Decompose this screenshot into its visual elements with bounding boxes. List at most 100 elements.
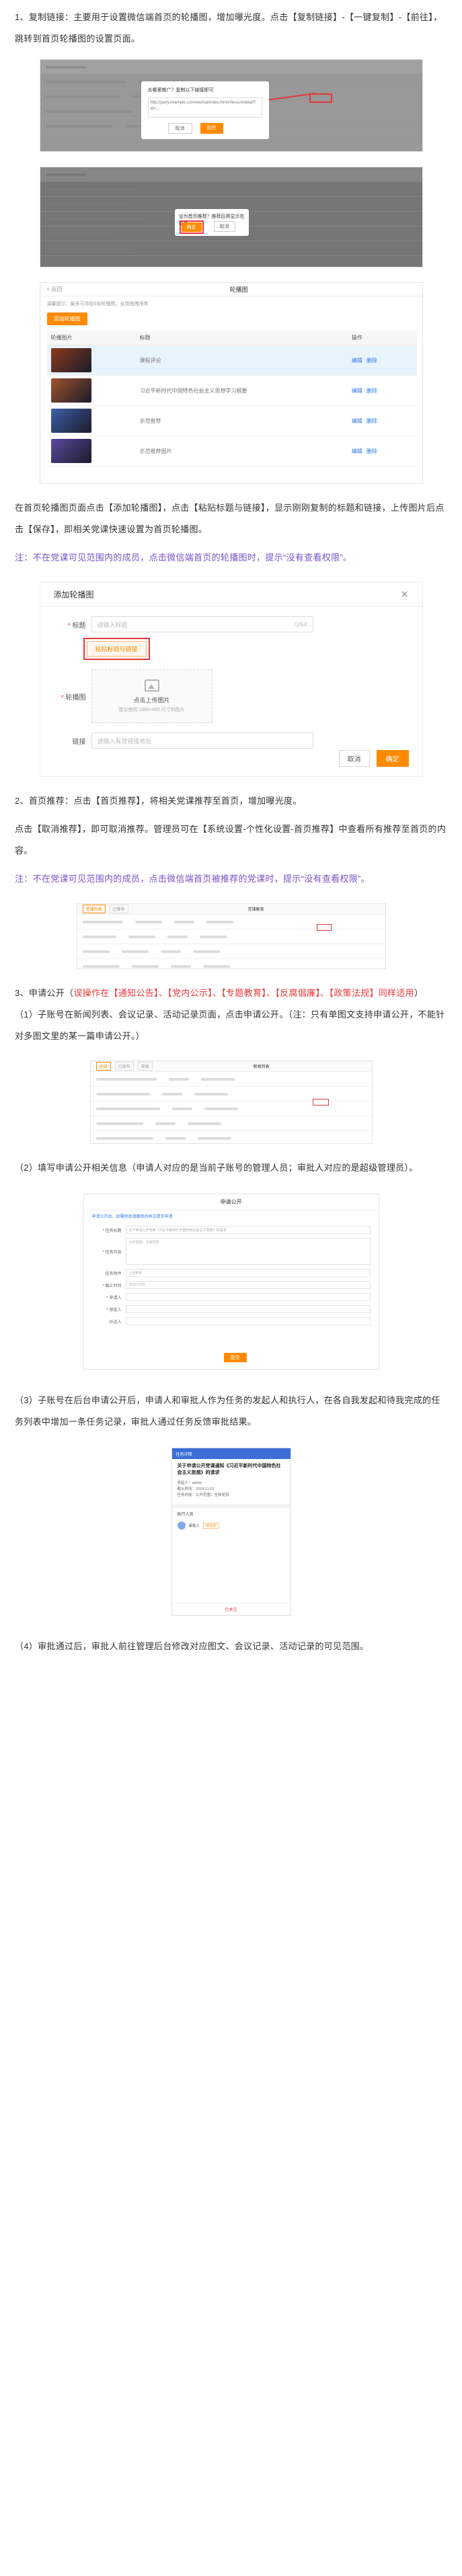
form-label: * 审批人: [106, 1308, 122, 1313]
cancel-button[interactable]: 取消: [338, 750, 370, 767]
section3-p4: （4）审批通过后，审批人前往管理后台修改对应图文、会议记录、活动记录的可见范围。: [15, 1641, 369, 1651]
confirm-ok-button[interactable]: 确定: [179, 220, 204, 234]
executor-section: 执行人员: [171, 1504, 291, 1520]
section1-note: 注：不在党课可见范围内的成员，点击微信端首页的轮播图时，提示“没有查看权限”。: [15, 552, 352, 563]
form-row: * 申请人: [84, 1293, 379, 1301]
carousel-title: 示范推荐: [135, 405, 348, 436]
paste-title-link-button[interactable]: 粘贴标题与链接: [86, 641, 147, 657]
section2-intro: 2、首页推荐：点击【首页推荐】，将相关党课推荐至首页，增加曝光度。: [15, 796, 302, 806]
carousel-thumbnail: [50, 348, 91, 372]
submit-button[interactable]: 提交: [223, 1353, 247, 1362]
section3-highlight: 误操作在【通知公告】、【党内公示】、【专题教育】、【反腐倡廉】、【政策法规】同样…: [73, 988, 414, 998]
section3-intro: 3、申请公开（误操作在【通知公告】、【党内公示】、【专题教育】、【反腐倡廉】、【…: [15, 988, 424, 998]
edit-link[interactable]: 编辑: [352, 358, 362, 364]
carousel-title: 课程评论: [135, 345, 348, 376]
copy-go-button[interactable]: 前往: [200, 123, 223, 134]
task-header: 任务详情: [176, 1452, 192, 1457]
link-input[interactable]: 请输入有效链接地址: [91, 733, 313, 749]
col-image: 轮播图片: [46, 331, 136, 345]
article-page: 1、复制链接：主要用于设置微信端首页的轮播图，增加曝光度。点击【复制链接】-【一…: [0, 0, 462, 2576]
image-icon: [144, 679, 159, 692]
executor-row[interactable]: 审批人 待完成: [172, 1520, 291, 1532]
confirm-screenshot: 设为首页推荐？推荐后将显示在首页 确定 取消: [39, 167, 423, 267]
form-row: 任务附件 上传附件: [84, 1269, 379, 1277]
col-ops: 操作: [347, 331, 417, 345]
form-input[interactable]: [125, 1293, 371, 1301]
form-input[interactable]: [125, 1305, 371, 1313]
carousel-thumbnail: [50, 378, 91, 403]
add-carousel-dialog-screenshot: 添加轮播图 ✕ * 标题 请输入标题 0/64 粘贴标题与链接 * 轮播图 点击…: [39, 582, 423, 777]
recommend-highlight: [316, 924, 332, 931]
carousel-admin-screenshot: < 返回 轮播图 温馨提示：最多可添加5张轮播图，支持拖拽排序 添加轮播图 轮播…: [39, 282, 423, 484]
image-label: 轮播图: [65, 694, 86, 702]
copy-link-screenshot: · 去哪里推广？复制以下链接即可 http://party.example.co…: [39, 59, 423, 152]
form-label: 抄送人: [109, 1320, 122, 1325]
form-row: 抄送人: [84, 1317, 379, 1325]
carousel-thumbnail: [50, 409, 91, 433]
delete-link[interactable]: 删除: [367, 358, 377, 364]
form-input[interactable]: 2019-11-01: [125, 1281, 371, 1289]
follow-bar[interactable]: 已关注: [171, 1603, 291, 1615]
form-label: * 任务内容: [102, 1250, 122, 1255]
task-meta-2: 截止时间：2019-11-01: [177, 1487, 215, 1491]
task-meta-3: 任务内容：公开范围：全体党员: [177, 1493, 229, 1497]
edit-link[interactable]: 编辑: [352, 448, 362, 454]
apply-public-highlight: [312, 1099, 329, 1106]
table-row: 示范推荐 编辑 删除: [46, 405, 417, 436]
confirm-cancel-button[interactable]: 取消: [213, 221, 235, 232]
task-meta-1: 发起人：admin: [177, 1481, 202, 1485]
copy-cancel-button[interactable]: 取消: [167, 123, 192, 134]
form-input[interactable]: 上传附件: [125, 1269, 371, 1277]
form-input[interactable]: [125, 1317, 371, 1325]
copy-link-highlight: [309, 93, 332, 103]
upload-area[interactable]: 点击上传图片 建议使用 1080×460 尺寸的图片: [91, 669, 213, 723]
delete-link[interactable]: 删除: [367, 418, 377, 424]
form-label: * 截止时间: [102, 1284, 122, 1288]
form-input[interactable]: 公开范围：全体党员: [125, 1238, 371, 1265]
delete-link[interactable]: 删除: [367, 448, 377, 454]
carousel-thumbnail: [50, 439, 91, 463]
section2-note: 注：不在党课可见范围内的成员，点击微信端首页被推荐的党课时，提示“没有查看权限”…: [15, 874, 370, 884]
table-row: 习近平新时代中国特色社会主义思想学习纲要 编辑 删除: [46, 375, 417, 406]
news-list-title: 新闻列表: [253, 1065, 270, 1069]
tab-draft[interactable]: 草稿: [137, 1062, 153, 1071]
close-icon[interactable]: ✕: [401, 589, 409, 600]
section1-step: 在首页轮播图页面点击【添加轮播图】，点击【粘贴标题与链接】，显示刚刚复制的标题和…: [15, 503, 445, 534]
add-carousel-button[interactable]: 添加轮播图: [46, 313, 87, 325]
status-badge: 待完成: [203, 1522, 219, 1529]
back-link[interactable]: < 返回: [47, 286, 63, 293]
carousel-table: 轮播图片 标题 操作 课程评论 编辑 删除 习近平新时代中国特色社会主义思想学习纲要编…: [46, 331, 417, 466]
col-title: 标题: [135, 331, 348, 345]
task-detail-phone-screenshot: 任务详情 关于申请公开党课通知《习近平新时代中国特色社会主义思想》的请求 发起人…: [171, 1448, 291, 1616]
avatar: [177, 1522, 186, 1530]
apply-form-tip: 申请公开后，如需修改请撤回后再次提交申请: [91, 1215, 173, 1219]
section3-p3: （3）子账号在后台申请公开后，申请人和审批人作为任务的发起人和执行人，在各自我发…: [15, 1395, 440, 1427]
title-input[interactable]: 请输入标题 0/64: [91, 616, 313, 632]
carousel-notice: 温馨提示：最多可添加5张轮播图，支持拖拽排序: [46, 302, 149, 306]
form-label: * 申请人: [106, 1296, 122, 1300]
edit-link[interactable]: 编辑: [352, 418, 362, 424]
lesson-list-title: 党课教育: [247, 908, 264, 912]
carousel-title: 习近平新时代中国特色社会主义思想学习纲要: [135, 375, 348, 406]
task-title: 关于申请公开党课通知《习近平新时代中国特色社会主义思想》的请求: [177, 1464, 281, 1475]
table-row: 课程评论 编辑 删除: [46, 345, 417, 376]
title-label: 标题: [72, 622, 86, 630]
apply-form-title: 申请公开: [83, 1194, 379, 1210]
copy-link-box: http://party.example.com/wechat/index.ht…: [147, 97, 262, 118]
upload-hint: 建议使用 1080×460 尺寸的图片: [118, 708, 185, 712]
upload-text: 点击上传图片: [133, 697, 170, 704]
recommend-dialog: 设为首页推荐？推荐后将显示在首页 确定 取消: [174, 209, 249, 236]
apply-public-form-screenshot: 申请公开 申请公开后，如需修改请撤回后再次提交申请 * 任务标题 关于申请公开党课…: [83, 1194, 379, 1370]
section1-intro: 1、复制链接：主要用于设置微信端首页的轮播图，增加曝光度。点击【复制链接】-【一…: [15, 12, 442, 44]
edit-link[interactable]: 编辑: [352, 388, 362, 394]
form-input[interactable]: 关于申请公开党课《习近平新时代中国特色社会主义思想》的请求: [125, 1226, 371, 1234]
tab-lesson-list[interactable]: 党课列表: [82, 905, 106, 913]
tab-all[interactable]: 全部: [95, 1062, 111, 1071]
dialog-title: 添加轮播图: [53, 590, 94, 599]
form-label: * 任务标题: [102, 1229, 122, 1233]
tab-published[interactable]: 已发布: [114, 1062, 134, 1071]
form-row: * 审批人: [84, 1305, 379, 1313]
delete-link[interactable]: 删除: [367, 388, 377, 394]
tab-recommended[interactable]: 已推荐: [109, 905, 128, 913]
ok-button[interactable]: 确定: [376, 750, 409, 767]
